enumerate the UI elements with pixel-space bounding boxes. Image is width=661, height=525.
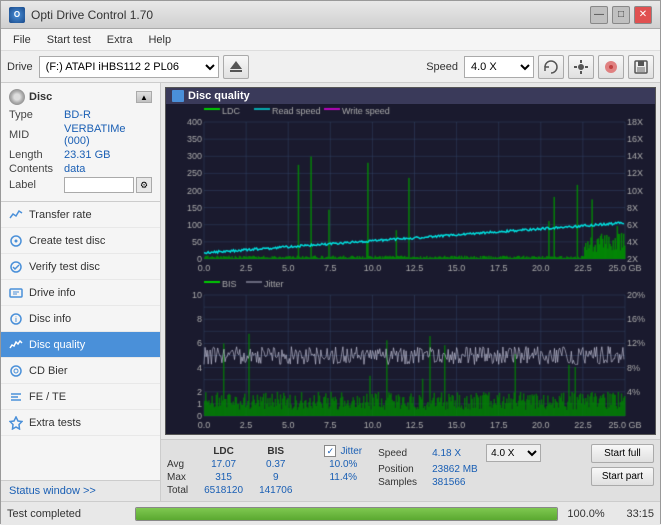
mid-label: MID bbox=[9, 129, 64, 141]
sidebar-item-transfer-rate[interactable]: Transfer rate bbox=[1, 202, 160, 228]
charts-container bbox=[166, 104, 655, 434]
minimize-button[interactable]: — bbox=[590, 6, 608, 24]
sidebar-item-fe-te[interactable]: FE / TE bbox=[1, 384, 160, 410]
type-label: Type bbox=[9, 109, 64, 121]
disc-visual bbox=[9, 89, 25, 105]
maximize-button[interactable]: □ bbox=[612, 6, 630, 24]
nav-section: Transfer rate Create test disc Verify te… bbox=[1, 202, 160, 480]
sidebar-item-disc-quality[interactable]: Disc quality bbox=[1, 332, 160, 358]
position-value: 23862 MB bbox=[432, 464, 482, 475]
max-ldc: 315 bbox=[196, 471, 251, 484]
ldc-chart bbox=[166, 104, 655, 277]
stats-area: LDC BIS ✓ Jitter Avg 17.07 0. bbox=[161, 439, 660, 501]
length-label: Length bbox=[9, 149, 64, 161]
progress-bar bbox=[135, 507, 558, 521]
app-title: Opti Drive Control 1.70 bbox=[31, 8, 590, 22]
save-button[interactable] bbox=[628, 55, 654, 79]
start-part-button[interactable]: Start part bbox=[591, 467, 654, 486]
avg-ldc: 17.07 bbox=[196, 458, 251, 471]
speed-select-control[interactable]: 4.0 X bbox=[486, 444, 541, 462]
disc-button[interactable] bbox=[598, 55, 624, 79]
chart-area: Disc quality bbox=[165, 87, 656, 435]
label-input[interactable] bbox=[64, 177, 134, 193]
progress-fill bbox=[136, 508, 557, 520]
jitter-max: 11.4% bbox=[316, 471, 370, 484]
length-value: 23.31 GB bbox=[64, 149, 110, 161]
speed-label: Speed bbox=[378, 448, 428, 459]
disc-eject-button[interactable]: ▲ bbox=[136, 91, 152, 103]
chart-title-text: Disc quality bbox=[188, 90, 250, 102]
label-label: Label bbox=[9, 179, 64, 191]
bis-col-header: BIS bbox=[251, 444, 300, 458]
samples-value: 381566 bbox=[432, 477, 482, 488]
toolbar: Drive (F:) ATAPI iHBS112 2 PL06 Speed 4.… bbox=[1, 51, 660, 83]
samples-label: Samples bbox=[378, 477, 428, 488]
statusbar: Test completed 100.0% 33:15 bbox=[1, 501, 660, 525]
drive-select[interactable]: (F:) ATAPI iHBS112 2 PL06 bbox=[39, 56, 219, 78]
sidebar: Disc ▲ Type BD-R MID VERBATIMe (000) Len… bbox=[1, 83, 161, 501]
drive-label: Drive bbox=[7, 61, 33, 73]
speed-label: Speed bbox=[426, 61, 458, 73]
position-label: Position bbox=[378, 464, 428, 475]
jitter-avg: 10.0% bbox=[316, 458, 370, 471]
settings-button[interactable] bbox=[568, 55, 594, 79]
menu-file[interactable]: File bbox=[5, 32, 39, 48]
bis-canvas bbox=[166, 277, 655, 434]
menubar: File Start test Extra Help bbox=[1, 29, 660, 51]
menu-help[interactable]: Help bbox=[140, 32, 179, 48]
menu-extra[interactable]: Extra bbox=[99, 32, 141, 48]
max-row-label: Max bbox=[167, 471, 196, 484]
start-full-button[interactable]: Start full bbox=[591, 444, 654, 463]
window-controls: — □ ✕ bbox=[590, 6, 652, 24]
menu-start-test[interactable]: Start test bbox=[39, 32, 99, 48]
chart-title-bar: Disc quality bbox=[166, 88, 655, 104]
chart-title-icon bbox=[172, 90, 184, 102]
contents-value: data bbox=[64, 163, 85, 175]
elapsed-time: 33:15 bbox=[614, 508, 654, 520]
total-ldc: 6518120 bbox=[196, 484, 251, 497]
sidebar-item-extra-tests[interactable]: Extra tests bbox=[1, 410, 160, 436]
progress-percentage: 100.0% bbox=[566, 508, 606, 520]
speed-section: Speed 4.18 X 4.0 X Position 23862 MB Sam… bbox=[378, 444, 541, 488]
avg-row-label: Avg bbox=[167, 458, 196, 471]
mid-value: VERBATIMe (000) bbox=[64, 123, 152, 147]
jitter-checkbox[interactable]: ✓ bbox=[324, 445, 336, 457]
sidebar-item-disc-info[interactable]: i Disc info bbox=[1, 306, 160, 332]
type-value: BD-R bbox=[64, 109, 91, 121]
max-bis: 9 bbox=[251, 471, 300, 484]
disc-panel: Disc ▲ Type BD-R MID VERBATIMe (000) Len… bbox=[1, 83, 160, 202]
close-button[interactable]: ✕ bbox=[634, 6, 652, 24]
content-area: Disc quality LDC BIS bbox=[161, 83, 660, 501]
app-icon: O bbox=[9, 7, 25, 23]
ldc-col-header: LDC bbox=[196, 444, 251, 458]
refresh-button[interactable] bbox=[538, 55, 564, 79]
sidebar-item-drive-info[interactable]: Drive info bbox=[1, 280, 160, 306]
status-window-button[interactable]: Status window >> bbox=[9, 485, 96, 497]
total-bis: 141706 bbox=[251, 484, 300, 497]
disc-title: Disc bbox=[29, 91, 52, 103]
sidebar-item-create-test-disc[interactable]: Create test disc bbox=[1, 228, 160, 254]
total-row-label: Total bbox=[167, 484, 196, 497]
jitter-label: Jitter bbox=[340, 446, 362, 457]
sidebar-item-cd-bier[interactable]: CD Bier bbox=[1, 358, 160, 384]
speed-value: 4.18 X bbox=[432, 448, 482, 459]
sidebar-item-verify-test-disc[interactable]: Verify test disc bbox=[1, 254, 160, 280]
main-layout: Disc ▲ Type BD-R MID VERBATIMe (000) Len… bbox=[1, 83, 660, 501]
speed-select[interactable]: 4.0 X bbox=[464, 56, 534, 78]
action-buttons: Start full Start part bbox=[591, 444, 654, 486]
contents-label: Contents bbox=[9, 163, 64, 175]
bis-chart bbox=[166, 277, 655, 434]
stats-table: LDC BIS ✓ Jitter Avg 17.07 0. bbox=[167, 444, 370, 497]
label-set-button[interactable]: ⚙ bbox=[136, 177, 152, 193]
titlebar: O Opti Drive Control 1.70 — □ ✕ bbox=[1, 1, 660, 29]
eject-button[interactable] bbox=[223, 55, 249, 79]
ldc-canvas bbox=[166, 104, 655, 277]
status-text: Test completed bbox=[7, 508, 127, 520]
svg-text:i: i bbox=[15, 317, 17, 324]
avg-bis: 0.37 bbox=[251, 458, 300, 471]
